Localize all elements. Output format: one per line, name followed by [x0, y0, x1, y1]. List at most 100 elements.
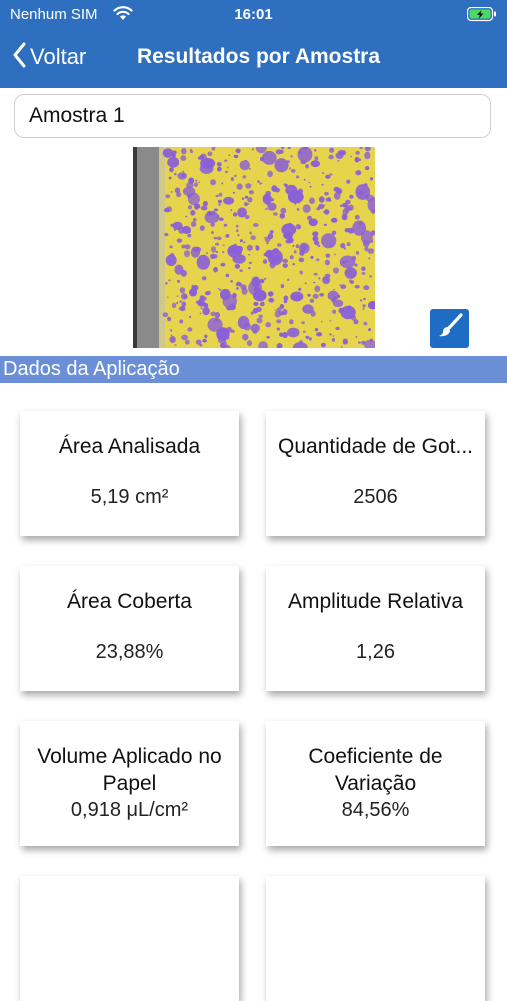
- droplet: [342, 208, 349, 216]
- droplet: [332, 267, 340, 274]
- section-header: Dados da Aplicação: [0, 356, 507, 383]
- droplet: [249, 231, 252, 235]
- metric-card-area-analisada[interactable]: Área Analisada 5,19 cm²: [20, 411, 239, 536]
- droplet: [286, 160, 290, 164]
- droplet: [321, 320, 323, 323]
- droplet: [263, 277, 267, 280]
- metric-card-volume-aplicado[interactable]: Volume Aplicado no Papel 0,918 μL/cm²: [20, 721, 239, 846]
- droplet: [248, 261, 252, 265]
- droplet: [308, 337, 312, 341]
- droplet: [319, 293, 324, 297]
- droplet: [162, 312, 169, 317]
- edit-sample-button[interactable]: [430, 309, 469, 348]
- metric-card-partial-right[interactable]: [266, 876, 485, 1001]
- droplet: [364, 151, 371, 160]
- droplet: [183, 294, 188, 299]
- droplet: [329, 147, 335, 153]
- droplet: [216, 162, 222, 167]
- droplet: [242, 175, 247, 179]
- droplet: [169, 336, 176, 343]
- droplet: [210, 179, 216, 186]
- droplet: [200, 307, 203, 310]
- droplet: [218, 288, 222, 291]
- droplet: [324, 273, 331, 279]
- droplet: [329, 320, 332, 322]
- droplet: [176, 192, 182, 197]
- droplet: [172, 221, 183, 231]
- droplet: [286, 278, 290, 281]
- droplet: [213, 266, 218, 273]
- droplet: [179, 287, 186, 294]
- droplet: [327, 198, 332, 202]
- droplet: [202, 201, 208, 207]
- droplet: [328, 154, 334, 160]
- top-bar: Nenhum SIM 16:01 Voltar Resultados por A…: [0, 0, 507, 88]
- droplet: [251, 148, 254, 151]
- droplet: [184, 339, 190, 345]
- droplet: [234, 264, 241, 269]
- droplet: [280, 207, 287, 214]
- droplet: [318, 277, 321, 280]
- droplet: [280, 284, 285, 289]
- metric-title: Volume Aplicado no Papel: [37, 745, 222, 795]
- droplet: [257, 180, 260, 183]
- droplet: [176, 238, 183, 243]
- droplet: [323, 223, 327, 226]
- droplet: [213, 236, 218, 240]
- droplet: [259, 182, 262, 185]
- metric-value: 5,19 cm²: [90, 486, 169, 508]
- droplet: [264, 236, 271, 243]
- droplet: [314, 156, 319, 161]
- droplet: [217, 287, 220, 290]
- droplet: [314, 328, 319, 332]
- droplet: [258, 314, 263, 318]
- droplet: [167, 316, 171, 322]
- metric-card-quantidade-gotas[interactable]: Quantidade de Got... 2506: [266, 411, 485, 536]
- droplet: [214, 208, 218, 212]
- droplet: [289, 319, 294, 325]
- droplet: [246, 340, 253, 347]
- droplet: [298, 257, 305, 263]
- droplet: [199, 225, 205, 231]
- droplet: [279, 332, 284, 337]
- droplet: [205, 252, 209, 255]
- droplet: [318, 196, 325, 203]
- droplet: [312, 235, 319, 242]
- sample-selector-value: Amostra 1: [29, 104, 125, 127]
- droplet: [168, 259, 172, 263]
- droplet: [190, 246, 201, 258]
- droplet: [165, 194, 171, 199]
- droplet: [199, 295, 205, 300]
- droplet: [313, 281, 316, 284]
- droplet: [167, 296, 169, 298]
- droplet: [285, 184, 298, 196]
- droplet: [274, 158, 289, 173]
- droplet: [335, 188, 342, 195]
- droplet: [276, 327, 281, 331]
- droplet: [190, 210, 196, 216]
- droplet: [202, 307, 210, 316]
- metric-card-area-coberta[interactable]: Área Coberta 23,88%: [20, 566, 239, 691]
- droplet: [242, 333, 249, 341]
- droplet: [205, 303, 208, 305]
- droplet: [256, 317, 263, 324]
- droplet: [233, 154, 239, 159]
- droplet: [232, 330, 235, 333]
- metric-card-coeficiente-variacao[interactable]: Coeficiente de Variação 84,56%: [266, 721, 485, 846]
- metric-card-partial-left[interactable]: [20, 876, 239, 1001]
- metric-card-amplitude-relativa[interactable]: Amplitude Relativa 1,26: [266, 566, 485, 691]
- droplet: [214, 318, 219, 322]
- droplet: [201, 276, 207, 281]
- droplet: [210, 253, 216, 259]
- sample-selector[interactable]: Amostra 1: [14, 94, 491, 138]
- droplet: [278, 311, 284, 316]
- droplet: [314, 285, 321, 293]
- droplet: [277, 243, 282, 247]
- droplet: [176, 295, 179, 297]
- droplet: [335, 326, 340, 331]
- droplet: [195, 179, 198, 182]
- droplet: [255, 246, 260, 251]
- droplet: [235, 281, 242, 287]
- droplet: [266, 242, 269, 245]
- droplet: [304, 282, 307, 285]
